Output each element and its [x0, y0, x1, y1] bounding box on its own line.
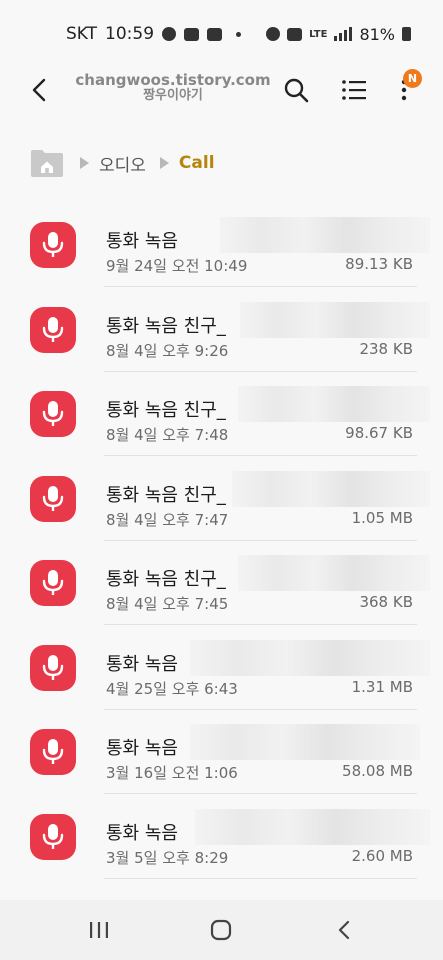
file-list-item[interactable]: 통화 녹음 친구_ 8월 4일 오후 7:45 368 KB — [0, 541, 443, 625]
file-name: 통화 녹음 친구_ — [106, 400, 226, 421]
back-arrow-icon — [32, 78, 46, 102]
network-type: LTE — [309, 28, 328, 40]
file-date: 8월 4일 오후 7:45 — [106, 595, 229, 613]
back-button[interactable] — [26, 76, 54, 104]
file-name: 통화 녹음 — [106, 738, 178, 759]
alarm-icon — [266, 27, 281, 41]
file-name: 통화 녹음 친구_ — [106, 315, 226, 337]
file-name: 통화 녹음 친구_ — [106, 569, 226, 590]
redacted-text-overlay — [190, 724, 420, 760]
clock: 10:59 — [105, 24, 155, 44]
file-name: 통화 녹음 — [106, 822, 178, 844]
redacted-text-overlay — [195, 808, 430, 845]
file-name: 통화 녹음 — [106, 653, 178, 675]
search-button[interactable] — [282, 76, 310, 104]
file-size: 2.60 MB — [351, 846, 413, 865]
file-date: 8월 4일 오후 7:47 — [106, 510, 229, 529]
file-size: 1.31 MB — [351, 677, 413, 696]
home-folder-button[interactable] — [30, 148, 64, 178]
breadcrumb: 오디오 Call — [30, 146, 215, 180]
battery-icon — [402, 27, 411, 41]
search-icon — [284, 78, 309, 103]
file-size: 368 KB — [359, 593, 413, 611]
redacted-text-overlay — [238, 555, 430, 591]
gallery-notification-icon — [184, 27, 200, 41]
app-bar: changwoos.tistory.com 짱우이야기 N — [0, 68, 443, 112]
voicemail-notification-icon — [207, 27, 223, 41]
file-name: 통화 녹음 친구_ — [106, 484, 226, 506]
file-date: 8월 4일 오후 9:26 — [106, 341, 229, 360]
battery-percent: 81% — [359, 24, 395, 44]
watermark-blog-name: 짱우이야기 — [143, 88, 203, 103]
redacted-text-overlay — [190, 639, 430, 676]
file-size: 58.08 MB — [342, 762, 413, 780]
microphone-icon — [30, 222, 76, 268]
breadcrumb-item-audio[interactable]: 오디오 — [99, 151, 146, 176]
microphone-icon — [30, 391, 76, 437]
notification-badge: N — [403, 69, 422, 88]
file-list-item[interactable]: 통화 녹음 4월 25일 오후 6:43 1.31 MB — [0, 626, 443, 710]
file-list-item[interactable]: 통화 녹음 9월 24일 오전 10:49 89.13 KB — [0, 203, 443, 287]
more-notifications-icon — [236, 31, 242, 37]
microphone-icon — [30, 644, 76, 691]
file-size: 89.13 KB — [345, 255, 413, 273]
carrier-label: SKT — [66, 24, 98, 44]
file-date: 3월 16일 오전 1:06 — [106, 764, 238, 782]
back-icon — [338, 920, 350, 940]
talk-notification-icon — [162, 27, 177, 41]
file-list-item[interactable]: 통화 녹음 친구_ 8월 4일 오후 7:47 1.05 MB — [0, 457, 443, 541]
view-as-list-button[interactable] — [340, 76, 368, 104]
watermark: changwoos.tistory.com 짱우이야기 — [68, 72, 278, 104]
recent-apps-button[interactable] — [84, 916, 114, 944]
file-list-item[interactable]: 통화 녹음 친구_ 8월 4일 오후 9:26 238 KB — [0, 288, 443, 372]
file-size: 238 KB — [359, 339, 413, 358]
microphone-icon — [30, 306, 76, 353]
mute-icon — [287, 27, 303, 41]
recent-apps-icon — [90, 922, 108, 938]
status-bar: SKT 10:59 LTE 81% — [0, 0, 443, 68]
microphone-icon — [30, 475, 76, 522]
file-size: 98.67 KB — [345, 424, 413, 442]
list-view-icon — [342, 80, 366, 100]
file-date: 4월 25일 오후 6:43 — [106, 679, 238, 698]
breadcrumb-separator-icon — [80, 157, 89, 169]
signal-icon — [334, 27, 353, 41]
watermark-url: changwoos.tistory.com — [75, 71, 271, 89]
breadcrumb-separator-icon — [159, 157, 169, 169]
home-folder-icon — [31, 150, 63, 177]
row-divider — [104, 877, 417, 879]
redacted-text-overlay — [220, 217, 430, 253]
file-date: 9월 24일 오전 10:49 — [106, 257, 248, 275]
redacted-text-overlay — [238, 386, 430, 422]
microphone-icon — [30, 729, 76, 775]
redacted-text-overlay — [232, 470, 430, 507]
navigation-bar — [0, 900, 443, 960]
nav-back-button[interactable] — [330, 916, 360, 944]
file-list-item[interactable]: 통화 녹음 3월 16일 오전 1:06 58.08 MB — [0, 710, 443, 794]
breadcrumb-current[interactable]: Call — [179, 153, 215, 173]
file-name: 통화 녹음 — [106, 231, 178, 252]
file-size: 1.05 MB — [351, 508, 413, 527]
file-date: 3월 5일 오후 8:29 — [106, 848, 229, 867]
home-icon — [210, 919, 232, 941]
redacted-text-overlay — [240, 301, 430, 338]
microphone-icon — [30, 560, 76, 606]
file-list-item[interactable]: 통화 녹음 3월 5일 오후 8:29 2.60 MB — [0, 795, 443, 879]
microphone-icon — [30, 813, 76, 860]
file-date: 8월 4일 오후 7:48 — [106, 426, 229, 444]
home-button[interactable] — [206, 916, 236, 944]
file-list-item[interactable]: 통화 녹음 친구_ 8월 4일 오후 7:48 98.67 KB — [0, 372, 443, 456]
